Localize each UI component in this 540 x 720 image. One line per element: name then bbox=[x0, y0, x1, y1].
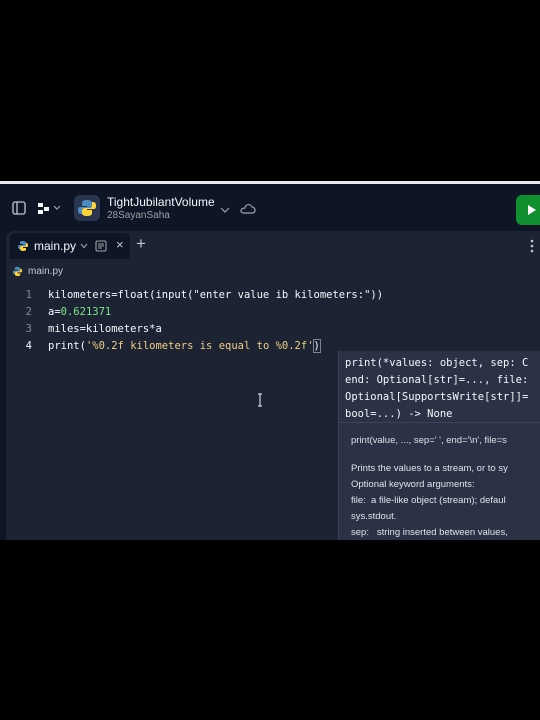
more-options-icon[interactable] bbox=[530, 239, 534, 253]
sidebar-toggle-icon[interactable] bbox=[12, 201, 26, 215]
code-text[interactable]: kilometers=float(input("enter value ib k… bbox=[48, 287, 383, 304]
doc-line: sep: string inserted between values, bbox=[351, 527, 508, 538]
cloud-icon bbox=[240, 204, 256, 214]
python-logo-icon bbox=[74, 195, 100, 221]
workspace-switch-icon[interactable] bbox=[37, 201, 61, 215]
code-editor[interactable]: 1 kilometers=float(input("enter value ib… bbox=[6, 283, 540, 540]
code-line[interactable]: 2 a=0.621371 bbox=[6, 304, 540, 321]
doc-line: Prints the values to a stream, or to sy bbox=[351, 463, 508, 474]
breadcrumb: main.py bbox=[6, 261, 540, 283]
tab-main-py[interactable]: main.py × bbox=[10, 233, 130, 259]
signature-help-popup: print(*values: object, sep: C end: Optio… bbox=[338, 351, 540, 540]
tab-label: main.py bbox=[34, 239, 77, 253]
code-text[interactable]: miles=kilometers*a bbox=[48, 321, 162, 338]
ide-window: TightJubilantVolume 28SayanSaha main.py bbox=[0, 181, 540, 540]
repl-title[interactable]: TightJubilantVolume bbox=[107, 195, 215, 209]
code-text[interactable]: a=0.621371 bbox=[48, 304, 111, 321]
divider bbox=[339, 422, 540, 423]
signature-line: print(*values: object, sep: C bbox=[345, 357, 529, 369]
string-literal: '%0.2f kilometers is equal to %0.2f' bbox=[85, 340, 314, 352]
python-file-icon bbox=[12, 266, 23, 277]
code-token: a= bbox=[48, 306, 61, 318]
signature-line: end: Optional[str]=..., file: bbox=[345, 374, 529, 386]
doc-line: Optional keyword arguments: bbox=[351, 479, 475, 490]
close-tab-icon[interactable]: × bbox=[116, 237, 124, 252]
line-number: 1 bbox=[25, 289, 32, 301]
code-line[interactable]: 3 miles=kilometers*a bbox=[6, 321, 540, 338]
number-literal: 0.621371 bbox=[60, 306, 112, 318]
play-icon bbox=[528, 205, 536, 215]
breadcrumb-file[interactable]: main.py bbox=[28, 266, 63, 277]
chevron-down-icon[interactable] bbox=[220, 206, 230, 214]
code-token: print( bbox=[48, 340, 86, 352]
repl-owner[interactable]: 28SayanSaha bbox=[107, 210, 170, 221]
run-button[interactable] bbox=[516, 195, 540, 225]
header-bar: TightJubilantVolume 28SayanSaha bbox=[0, 184, 540, 231]
closing-paren: ) bbox=[312, 339, 321, 353]
signature-line: bool=...) -> None bbox=[345, 408, 453, 420]
doc-line: print(value, ..., sep=' ', end='\n', fil… bbox=[351, 435, 507, 446]
add-tab-icon[interactable]: + bbox=[136, 234, 146, 254]
code-line[interactable]: 1 kilometers=float(input("enter value ib… bbox=[6, 287, 540, 304]
python-file-icon bbox=[18, 241, 28, 251]
signature-line: Optional[SupportsWrite[str]]= bbox=[345, 391, 529, 403]
line-number: 2 bbox=[25, 306, 32, 318]
tab-bar: main.py × + bbox=[6, 231, 540, 261]
file-view-icon[interactable] bbox=[95, 240, 107, 252]
text-cursor-icon bbox=[258, 393, 262, 407]
code-text[interactable]: print('%0.2f kilometers is equal to %0.2… bbox=[48, 338, 321, 355]
doc-line: sys.stdout. bbox=[351, 511, 397, 522]
line-number: 4 bbox=[25, 340, 32, 352]
doc-line: file: a file-like object (stream); defau… bbox=[351, 495, 506, 506]
chevron-down-icon[interactable] bbox=[80, 243, 88, 249]
line-number: 3 bbox=[25, 323, 32, 335]
